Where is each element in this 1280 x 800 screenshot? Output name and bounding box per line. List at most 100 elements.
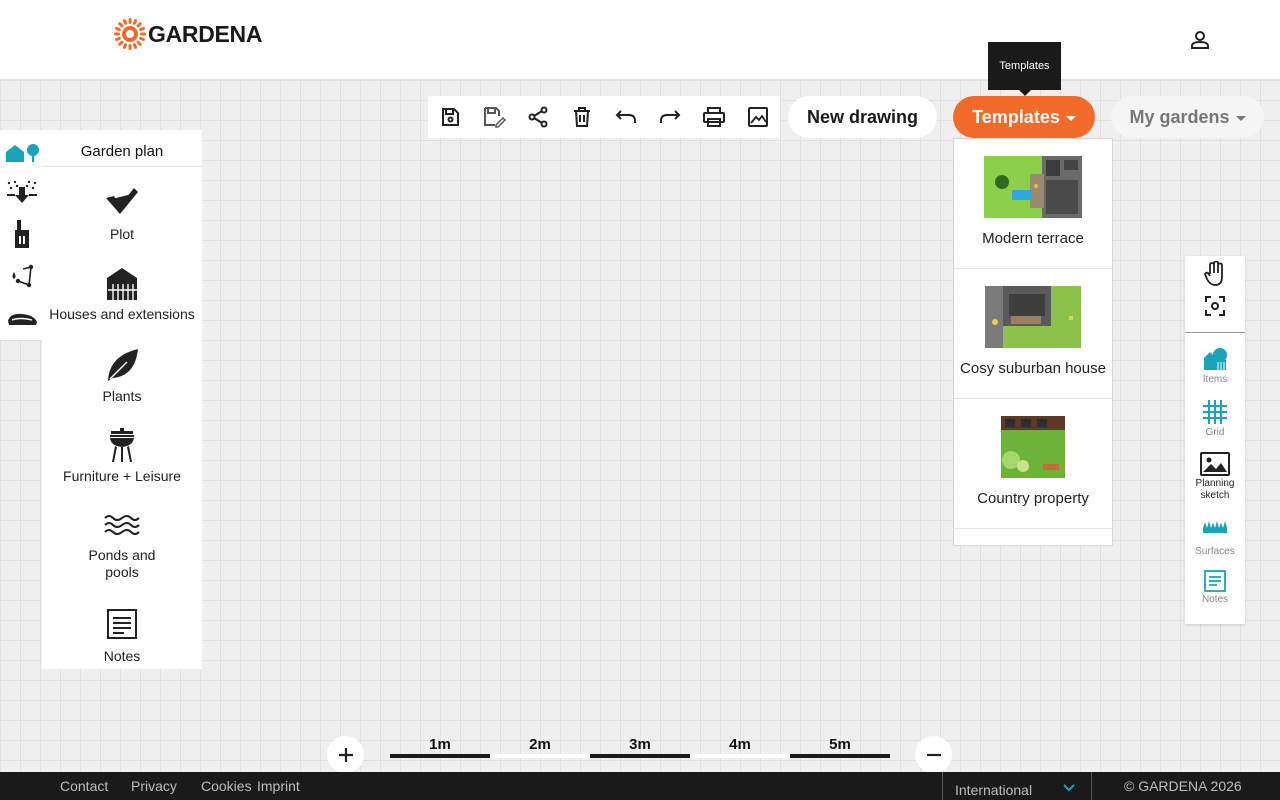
items-icon	[1204, 348, 1227, 370]
footer-link-cookies[interactable]: Cookies	[201, 778, 252, 794]
view-tools-panel: Items Grid Planning sketch Surfaces Note…	[1185, 256, 1245, 624]
category-plants[interactable]: Plants	[42, 348, 202, 405]
category-houses[interactable]: Houses and extensions	[42, 266, 202, 323]
items-toggle[interactable]: Items	[1185, 346, 1245, 386]
footer-link-contact[interactable]: Contact	[60, 778, 108, 794]
scale-label: 5m	[829, 736, 851, 753]
category-ponds[interactable]: Ponds and pools	[42, 514, 202, 581]
image-icon	[748, 107, 768, 127]
save-as-icon	[484, 107, 506, 128]
items-label: Items	[1202, 374, 1228, 385]
redo-button[interactable]	[648, 96, 692, 138]
category-notes[interactable]: Notes	[42, 608, 202, 665]
new-drawing-button[interactable]: New drawing	[788, 96, 937, 138]
garden-plan-tab[interactable]	[3, 138, 41, 168]
modern-terrace-thumbnail	[984, 156, 1082, 218]
scale-bar: 1m 2m 3m 4m 5m	[390, 736, 890, 760]
footer-link-imprint[interactable]: Imprint	[257, 778, 300, 794]
notes-toggle[interactable]: Notes	[1185, 570, 1245, 606]
delete-button[interactable]	[560, 96, 604, 138]
delete-icon	[574, 107, 590, 127]
house-icon	[107, 268, 137, 300]
focus-icon	[1205, 296, 1225, 316]
my-gardens-button[interactable]: My gardens	[1111, 96, 1264, 138]
category-label: Ponds and pools	[88, 547, 156, 580]
print-icon	[703, 107, 725, 127]
templates-label: Templates	[972, 106, 1060, 127]
notes-label: Notes	[1201, 594, 1229, 605]
scale-label: 2m	[529, 736, 551, 753]
grid-toggle[interactable]: Grid	[1185, 399, 1245, 439]
zoom-out-button[interactable]	[915, 736, 952, 773]
share-icon	[528, 106, 548, 128]
header: GARDENA	[0, 0, 1280, 80]
template-item-modern-terrace[interactable]: Modern terrace	[954, 139, 1112, 269]
robotic-mower-icon	[8, 313, 37, 325]
chevron-down-icon	[1063, 784, 1075, 792]
plot-icon	[106, 188, 138, 214]
region-selector[interactable]: International	[942, 772, 1092, 800]
scale-segment	[590, 754, 690, 758]
zoom-in-button[interactable]	[327, 736, 364, 773]
user-icon	[1191, 31, 1209, 49]
surfaces-toggle[interactable]: Surfaces	[1185, 520, 1245, 558]
scale-label: 3m	[629, 736, 651, 753]
category-label: Plants	[102, 388, 142, 404]
planning-sketch-label: Planning sketch	[1195, 478, 1235, 501]
scale-label: 1m	[429, 736, 451, 753]
irrigation-icon	[7, 180, 37, 203]
category-label: Furniture + Leisure	[63, 468, 181, 484]
pan-tool-button[interactable]	[1185, 261, 1245, 287]
category-furniture[interactable]: Furniture + Leisure	[42, 428, 202, 485]
share-button[interactable]	[516, 96, 560, 138]
category-label: Notes	[103, 648, 141, 664]
print-button[interactable]	[692, 96, 736, 138]
category-plot[interactable]: Plot	[42, 186, 202, 243]
save-as-button[interactable]	[472, 96, 516, 138]
water-supply-tab[interactable]	[3, 220, 41, 250]
scale-segment	[690, 754, 790, 758]
irrigation-tab[interactable]	[3, 178, 41, 208]
panel-title: Garden plan	[42, 130, 202, 167]
planning-sketch-icon	[1200, 452, 1230, 476]
brand-name: GARDENA	[148, 20, 263, 47]
export-image-button[interactable]	[736, 96, 780, 138]
new-drawing-label: New drawing	[806, 106, 918, 127]
surfaces-label: Surfaces	[1195, 546, 1235, 557]
my-gardens-label: My gardens	[1129, 106, 1230, 127]
templates-dropdown: Modern terrace Cosy suburban house Count…	[953, 138, 1113, 546]
undo-icon	[615, 110, 636, 123]
user-account-button[interactable]	[1186, 26, 1214, 54]
template-item-cosy-suburban-house[interactable]: Cosy suburban house	[954, 269, 1112, 399]
gardena-sun-icon	[114, 18, 146, 50]
caret-down-icon	[1065, 115, 1076, 121]
garden-plan-icon	[6, 144, 39, 162]
region-label: International	[955, 782, 1033, 798]
garden-plan-panel: Garden plan Plot Houses and extensions P…	[42, 130, 202, 669]
grid-icon	[1203, 400, 1227, 424]
undo-button[interactable]	[604, 96, 648, 138]
templates-tooltip: Templates	[988, 42, 1061, 96]
copyright: © GARDENA 2026	[1124, 778, 1242, 794]
category-strip	[0, 130, 42, 340]
panel-divider	[1185, 332, 1245, 333]
planning-sketch-toggle[interactable]: Planning sketch	[1185, 452, 1245, 502]
template-label: Modern terrace	[982, 230, 1084, 247]
scale-label: 4m	[729, 736, 751, 753]
plus-icon	[338, 747, 353, 762]
notes-icon	[107, 609, 137, 639]
grid-label: Grid	[1205, 427, 1225, 438]
pipe-planning-tab[interactable]	[3, 261, 41, 291]
template-label: Cosy suburban house	[960, 360, 1106, 377]
leaf-icon	[108, 349, 138, 381]
template-item-country-property[interactable]: Country property	[954, 399, 1112, 529]
gardena-logo[interactable]: GARDENA	[114, 18, 262, 50]
footer-link-privacy[interactable]: Privacy	[131, 778, 177, 794]
scale-segment	[390, 754, 490, 758]
robotic-mower-tab[interactable]	[3, 304, 41, 334]
template-label: Country property	[977, 490, 1089, 507]
templates-button[interactable]: Templates	[953, 96, 1095, 138]
center-view-button[interactable]	[1185, 296, 1245, 316]
category-label: Houses and extensions	[49, 306, 195, 322]
save-button[interactable]	[428, 96, 472, 138]
